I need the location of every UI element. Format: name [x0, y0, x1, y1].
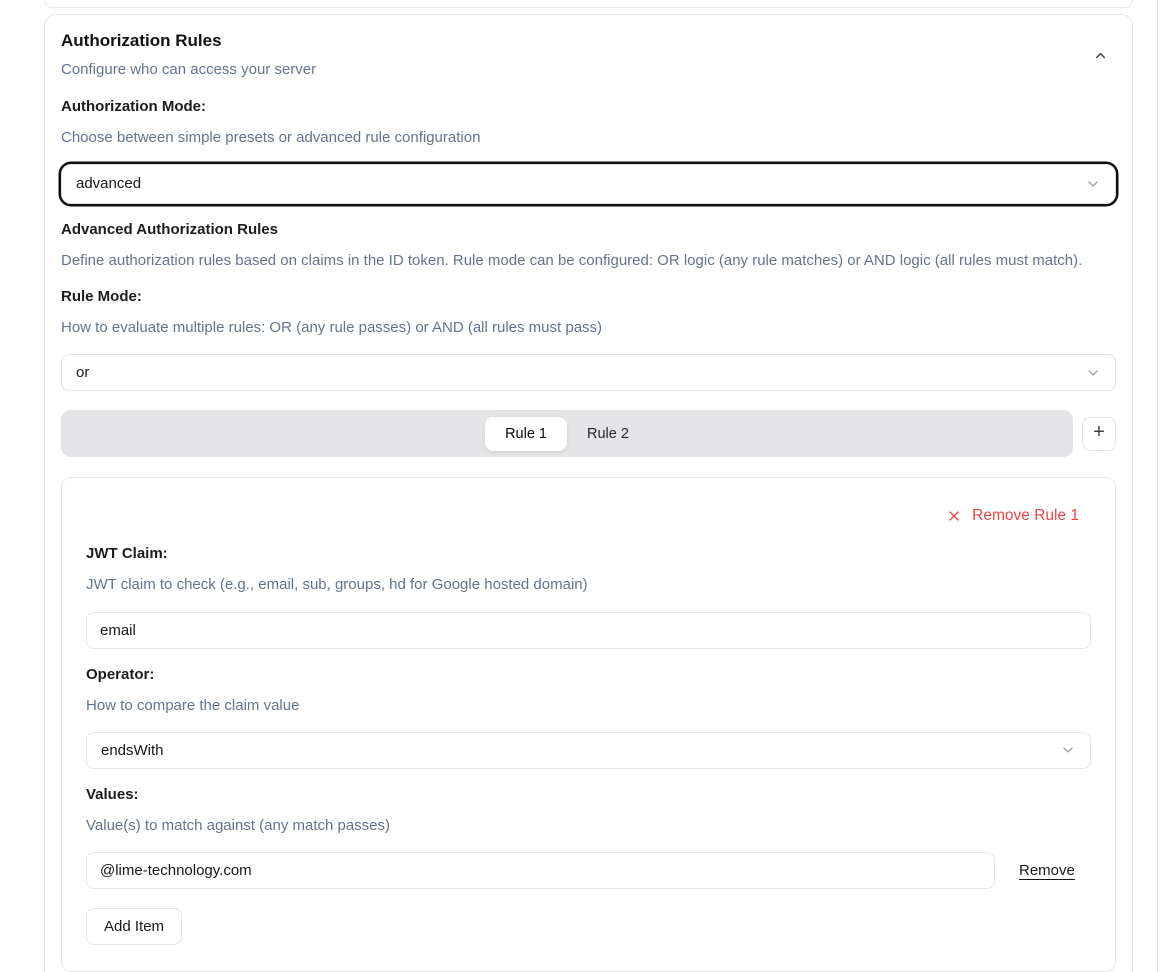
- operator-label: Operator:: [86, 666, 1091, 683]
- jwt-claim-label: JWT Claim:: [86, 545, 1091, 562]
- operator-select[interactable]: endsWith: [86, 732, 1091, 769]
- authorization-mode-description: Choose between simple presets or advance…: [61, 128, 1116, 148]
- authorization-rules-card: Authorization Rules Configure who can ac…: [44, 14, 1133, 972]
- rule-mode-label: Rule Mode:: [61, 288, 1116, 305]
- tab-rule-1[interactable]: Rule 1: [485, 417, 567, 452]
- rule-tabbar: Rule 1 Rule 2: [61, 410, 1073, 457]
- chevron-down-icon: [1085, 176, 1101, 192]
- remove-rule-row: Remove Rule 1: [86, 507, 1091, 525]
- value-input[interactable]: [86, 852, 995, 889]
- chevron-down-icon: [1060, 742, 1076, 758]
- authorization-mode-value: advanced: [76, 175, 141, 192]
- advanced-rules-title: Advanced Authorization Rules: [61, 221, 1116, 238]
- jwt-claim-input[interactable]: [86, 612, 1091, 649]
- remove-value-link[interactable]: Remove: [1019, 862, 1075, 879]
- rule-mode-value: or: [76, 364, 89, 381]
- chevron-down-icon: [1085, 365, 1101, 381]
- rule-tabs-row: Rule 1 Rule 2 +: [61, 410, 1116, 457]
- previous-card-edge: [44, 0, 1133, 8]
- collapse-section-button[interactable]: [1091, 46, 1110, 65]
- authorization-mode-select[interactable]: advanced: [61, 164, 1116, 204]
- page-title: Authorization Rules: [61, 30, 316, 51]
- add-rule-button[interactable]: +: [1082, 417, 1116, 451]
- add-item-button[interactable]: Add Item: [86, 908, 182, 945]
- authorization-mode-label: Authorization Mode:: [61, 98, 1116, 115]
- card-heading-block: Authorization Rules Configure who can ac…: [61, 30, 316, 81]
- operator-value: endsWith: [101, 742, 164, 759]
- page-container-edge: [1157, 0, 1158, 972]
- values-label: Values:: [86, 786, 1091, 803]
- value-item-row: Remove: [86, 852, 1091, 889]
- x-icon: [946, 508, 962, 524]
- rule-mode-select[interactable]: or: [61, 354, 1116, 391]
- tab-rule-2[interactable]: Rule 2: [567, 417, 649, 452]
- jwt-claim-description: JWT claim to check (e.g., email, sub, gr…: [86, 575, 1091, 595]
- operator-description: How to compare the claim value: [86, 696, 1091, 716]
- advanced-rules-description: Define authorization rules based on clai…: [61, 251, 1116, 271]
- remove-rule-label: Remove Rule 1: [972, 507, 1079, 525]
- plus-icon: +: [1093, 422, 1105, 442]
- chevron-up-icon: [1093, 48, 1108, 63]
- rule-1-panel: Remove Rule 1 JWT Claim: JWT claim to ch…: [61, 477, 1116, 972]
- card-header: Authorization Rules Configure who can ac…: [61, 30, 1116, 81]
- remove-rule-button[interactable]: Remove Rule 1: [946, 507, 1079, 525]
- values-description: Value(s) to match against (any match pas…: [86, 816, 1091, 836]
- rule-mode-description: How to evaluate multiple rules: OR (any …: [61, 318, 1116, 338]
- card-subtitle: Configure who can access your server: [61, 60, 316, 80]
